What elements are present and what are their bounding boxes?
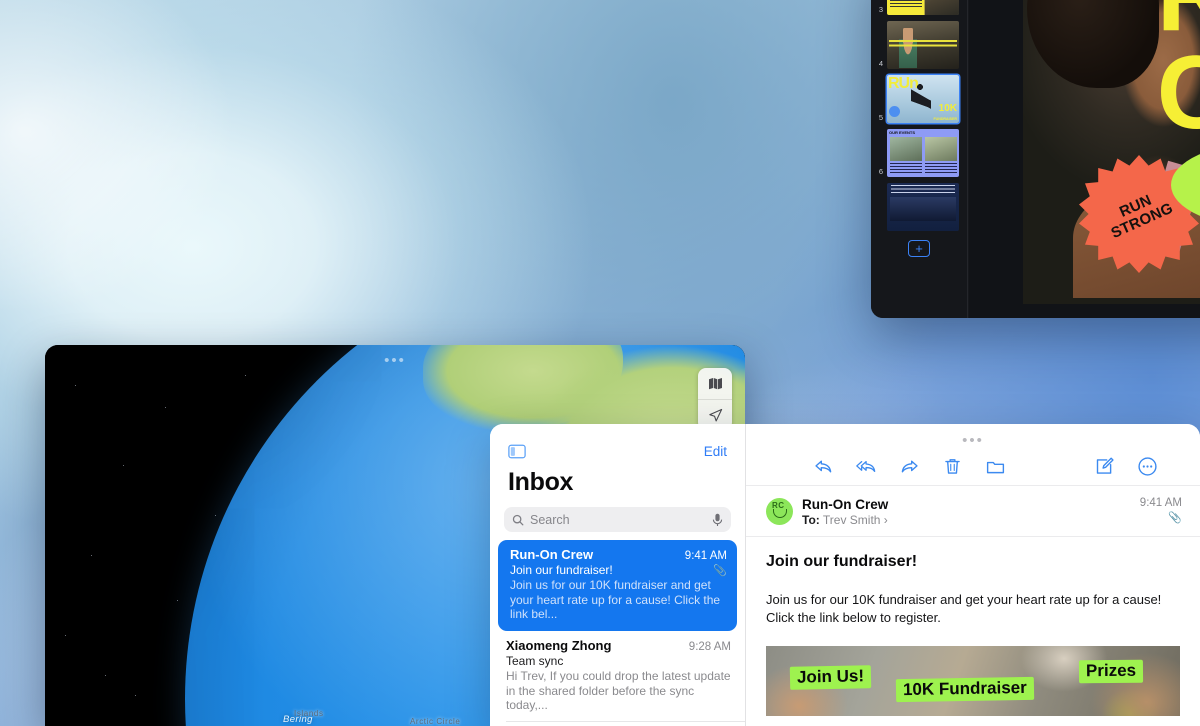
map-label-arctic-circle: Arctic Circle bbox=[410, 717, 461, 726]
table-row[interactable]: Xiaomeng Zhong 9:13 AM Friday meeting bbox=[490, 720, 745, 726]
slide-number: 4 bbox=[878, 58, 883, 68]
search-placeholder: Search bbox=[530, 512, 570, 527]
thumbnail-sub-text: FUNDRAISER bbox=[933, 117, 957, 121]
add-slide-button[interactable]: + bbox=[908, 240, 930, 257]
message-sender: Run-On Crew bbox=[510, 547, 594, 562]
message-banner-image[interactable]: Join Us! 10K Fundraiser Prizes bbox=[766, 645, 1180, 716]
map-mode-button[interactable] bbox=[698, 368, 732, 399]
badge-prizes: Prizes bbox=[1078, 659, 1144, 684]
list-item[interactable]: 5 RUn 10K FUNDRAISER bbox=[871, 72, 967, 126]
poster-headline-line2: C bbox=[1156, 34, 1200, 151]
recipient-line[interactable]: To: Trev Smith › bbox=[802, 513, 1131, 527]
thumbnail-10k-text: 10K bbox=[938, 103, 957, 114]
poster-artboard[interactable]: RU C RUNSTRONG COMMUNITYFUNDRAISER10K RU… bbox=[1023, 0, 1200, 304]
message-time: 9:41 AM bbox=[684, 550, 727, 562]
slide-thumbnail-our-events[interactable] bbox=[887, 129, 959, 177]
list-item[interactable]: 3 bbox=[871, 0, 967, 18]
decor-text-band bbox=[889, 40, 957, 49]
compose-icon[interactable] bbox=[1094, 456, 1115, 477]
smile-icon bbox=[772, 509, 787, 518]
search-input[interactable]: Search bbox=[504, 507, 731, 532]
list-item[interactable]: 4 bbox=[871, 18, 967, 72]
search-icon bbox=[512, 514, 524, 525]
badge-10k-fundraiser: 10K Fundraiser bbox=[895, 676, 1034, 702]
slide-number: 3 bbox=[878, 4, 883, 14]
message-body: Join our fundraiser! Join us for our 10K… bbox=[746, 537, 1200, 716]
slide-thumbnail-quote[interactable] bbox=[887, 183, 959, 231]
mail-list-toolbar[interactable]: Edit bbox=[490, 424, 745, 459]
decor-photo-right bbox=[925, 137, 957, 161]
message-subject: Team sync bbox=[506, 653, 564, 668]
poster-headline[interactable]: RU C bbox=[1156, 0, 1200, 151]
map-label-bering-sea-line1: Bering bbox=[283, 714, 313, 725]
message-list[interactable]: Run-On Crew 9:41 AM Join our fundraiser!… bbox=[490, 540, 745, 726]
runner-silhouette-icon bbox=[911, 83, 931, 119]
map-icon bbox=[708, 378, 722, 390]
reply-icon[interactable] bbox=[813, 456, 834, 477]
decor-text-right bbox=[925, 163, 957, 175]
slide-number: 5 bbox=[878, 112, 883, 122]
message-header[interactable]: RC Run-On Crew To: Trev Smith › 9:41 AM … bbox=[746, 486, 1200, 537]
message-preview: Join us for our 10K fundraiser and get y… bbox=[510, 578, 721, 622]
decor-photo bbox=[925, 0, 959, 15]
window-grabber[interactable]: ••• bbox=[384, 353, 406, 368]
mail-detail-pane[interactable]: ••• RC Run-On Crew To: Trev Smith › 9:41… bbox=[746, 424, 1200, 726]
starburst-label: RUN STRONG bbox=[1108, 191, 1176, 243]
folder-icon[interactable] bbox=[985, 456, 1006, 477]
page-title: Inbox bbox=[508, 468, 574, 496]
location-arrow-icon bbox=[708, 408, 722, 421]
forward-icon[interactable] bbox=[899, 456, 920, 477]
more-icon[interactable] bbox=[1137, 456, 1158, 477]
mail-window[interactable]: Edit Inbox Search Run-On Crew 9:41 AM Jo… bbox=[490, 424, 1200, 726]
to-label: To: bbox=[802, 513, 820, 527]
trash-icon[interactable] bbox=[942, 456, 963, 477]
message-sender: Xiaomeng Zhong bbox=[506, 637, 612, 653]
map-controls[interactable] bbox=[698, 368, 732, 430]
decor-title-lines bbox=[891, 185, 955, 193]
microphone-icon[interactable] bbox=[712, 513, 723, 527]
message-time: 9:28 AM bbox=[688, 640, 731, 653]
slide-number bbox=[874, 229, 883, 231]
message-subject: Join our fundraiser! bbox=[510, 563, 613, 577]
slide-thumbnail-photo[interactable] bbox=[887, 21, 959, 69]
slide-thumbnail-run-10k[interactable]: RUn 10K FUNDRAISER bbox=[887, 75, 959, 123]
message-heading: Join our fundraiser! bbox=[766, 553, 918, 570]
message-text: Join us for our 10K fundraiser and get y… bbox=[766, 592, 1162, 626]
poster-editor-window[interactable]: 3 4 5 RUn 10K FUNDRAISER bbox=[871, 0, 1200, 318]
slide-thumbnail-sidebar[interactable]: 3 4 5 RUn 10K FUNDRAISER bbox=[871, 0, 968, 318]
decor-photo-left bbox=[890, 137, 922, 161]
reply-all-icon[interactable] bbox=[855, 456, 877, 477]
slide-number: 6 bbox=[878, 166, 883, 176]
avatar[interactable]: RC bbox=[766, 498, 793, 525]
divider bbox=[506, 720, 745, 722]
list-item[interactable] bbox=[871, 180, 967, 234]
table-row[interactable]: Run-On Crew 9:41 AM Join our fundraiser!… bbox=[498, 540, 737, 631]
sidebar-toggle-icon[interactable] bbox=[508, 444, 526, 459]
message-time: 9:41 AM bbox=[1139, 497, 1182, 509]
paperclip-icon: 📎 bbox=[1168, 512, 1182, 524]
decor-text-left bbox=[890, 163, 922, 175]
message-preview: Hi Trev, If you could drop the latest up… bbox=[506, 668, 731, 713]
sender-name: Run-On Crew bbox=[802, 497, 889, 512]
decor-photo bbox=[890, 197, 956, 221]
mail-list-pane[interactable]: Edit Inbox Search Run-On Crew 9:41 AM Jo… bbox=[490, 424, 746, 726]
badge-join-us: Join Us! bbox=[789, 665, 872, 690]
search-container[interactable]: Search bbox=[490, 497, 745, 532]
photo-hair bbox=[1027, 0, 1159, 88]
edit-button[interactable]: Edit bbox=[704, 444, 727, 459]
table-row[interactable]: Xiaomeng Zhong 9:28 AM Team sync Hi Trev… bbox=[490, 631, 745, 721]
recipient-name[interactable]: Trev Smith bbox=[823, 513, 881, 527]
list-item[interactable]: 6 bbox=[871, 126, 967, 180]
decor-lines bbox=[890, 0, 922, 9]
chevron-right-icon[interactable]: › bbox=[884, 513, 888, 527]
thumbnail-logo-badge bbox=[889, 106, 900, 117]
paperclip-icon: 📎 bbox=[713, 564, 727, 577]
window-grabber[interactable]: ••• bbox=[746, 424, 1200, 448]
mail-toolbar[interactable] bbox=[746, 448, 1200, 486]
slide-thumbnail-community[interactable] bbox=[887, 0, 959, 15]
poster-canvas[interactable]: RU C RUNSTRONG COMMUNITYFUNDRAISER10K RU… bbox=[969, 0, 1200, 318]
